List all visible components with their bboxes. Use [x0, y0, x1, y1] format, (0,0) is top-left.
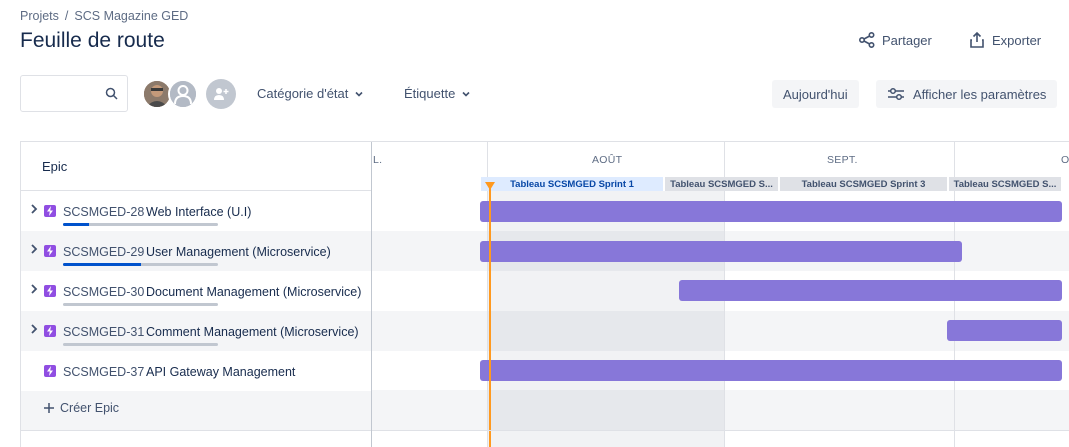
chevron-down-icon	[355, 91, 363, 97]
month-label-july: L.	[373, 154, 383, 166]
epic-key[interactable]: SCSMGED-37	[63, 365, 144, 379]
chevron-right-icon[interactable]	[29, 323, 39, 335]
add-user-icon	[214, 88, 229, 100]
sprint-3[interactable]: Tableau SCSMGED Sprint 3	[780, 177, 947, 191]
epic-name[interactable]: User Management (Microservice)	[146, 245, 331, 259]
export-icon	[970, 31, 984, 48]
epic-row[interactable]: SCSMGED-37 API Gateway Management	[21, 351, 371, 391]
epic-name[interactable]: Comment Management (Microservice)	[146, 325, 359, 339]
label-dropdown[interactable]: Étiquette	[404, 86, 471, 101]
today-button[interactable]: Aujourd'hui	[772, 80, 859, 108]
epic-bar-scsmged-30[interactable]	[679, 280, 1062, 301]
share-button[interactable]: Partager	[858, 31, 932, 49]
past-period-shade	[487, 191, 724, 447]
chevron-down-icon	[462, 91, 470, 97]
create-epic-button[interactable]: Créer Epic	[43, 401, 119, 415]
epic-progress-bar	[63, 343, 218, 346]
epic-lightning-icon	[44, 285, 56, 297]
epic-key[interactable]: SCSMGED-30	[63, 285, 144, 299]
month-label-october: O	[1061, 154, 1069, 166]
create-epic-label: Créer Epic	[60, 401, 120, 415]
sprint-2[interactable]: Tableau SCSMGED S...	[665, 177, 778, 191]
view-settings-label: Afficher les paramètres	[913, 86, 1047, 102]
default-user-icon	[170, 81, 196, 107]
epic-lightning-icon	[44, 365, 56, 377]
epic-name[interactable]: Document Management (Microservice)	[146, 285, 361, 299]
status-category-label: Catégorie d'état	[257, 86, 349, 101]
timeline-bottom-border	[372, 430, 1069, 431]
search-input[interactable]	[21, 76, 101, 111]
epic-row[interactable]: SCSMGED-30 Document Management (Microser…	[21, 271, 371, 311]
roadmap: L. AOÛT SEPT. O Tableau SCSMGED Sprint 1…	[20, 141, 1069, 447]
breadcrumb-projects[interactable]: Projets	[20, 9, 59, 23]
status-category-dropdown[interactable]: Catégorie d'état	[257, 86, 364, 101]
epic-row[interactable]: SCSMGED-31 Comment Management (Microserv…	[21, 311, 371, 351]
epic-key[interactable]: SCSMGED-31	[63, 325, 144, 339]
sprint-1[interactable]: Tableau SCSMGED Sprint 1	[481, 177, 663, 191]
page-title: Feuille de route	[20, 29, 165, 52]
epic-bar-scsmged-29[interactable]	[480, 241, 962, 262]
month-label-september: SEPT.	[827, 154, 858, 166]
epic-progress-fill	[63, 223, 90, 226]
sprint-4[interactable]: Tableau SCSMGED S...	[949, 177, 1061, 191]
epic-key[interactable]: SCSMGED-28	[63, 205, 144, 219]
epic-progress-fill	[63, 263, 141, 266]
search-icon	[105, 87, 118, 100]
epic-name[interactable]: API Gateway Management	[146, 365, 295, 379]
today-label: Aujourd'hui	[783, 86, 848, 102]
settings-sliders-icon	[888, 87, 904, 101]
epic-progress-bar	[63, 263, 218, 266]
epic-column-header: Epic	[21, 142, 371, 191]
epic-name[interactable]: Web Interface (U.I)	[146, 205, 251, 219]
chevron-right-icon[interactable]	[29, 203, 39, 215]
epic-lightning-icon	[44, 245, 56, 257]
avatar-user-2[interactable]	[168, 79, 198, 109]
share-label: Partager	[882, 32, 932, 48]
epic-row[interactable]: SCSMGED-28 Web Interface (U.I)	[21, 191, 371, 231]
epic-bar-scsmged-37[interactable]	[480, 360, 1062, 381]
breadcrumb: Projets / SCS Magazine GED	[20, 9, 188, 23]
today-line	[489, 182, 491, 447]
breadcrumb-project[interactable]: SCS Magazine GED	[74, 9, 188, 23]
add-people-button[interactable]	[206, 79, 236, 109]
epic-bar-scsmged-28[interactable]	[480, 201, 1062, 222]
share-icon	[858, 31, 875, 49]
epic-column-bottom-border	[21, 430, 371, 431]
epic-lightning-icon	[44, 205, 56, 217]
view-settings-button[interactable]: Afficher les paramètres	[876, 80, 1058, 108]
epic-column: Epic SCSMGED-28 Web Interface (U.I) SCSM…	[21, 142, 372, 447]
breadcrumb-separator: /	[64, 9, 69, 23]
export-label: Exporter	[992, 32, 1042, 48]
export-button[interactable]: Exporter	[968, 31, 1041, 49]
timeline: L. AOÛT SEPT. O Tableau SCSMGED Sprint 1…	[372, 142, 1069, 447]
chevron-right-icon[interactable]	[29, 283, 39, 295]
chevron-right-icon[interactable]	[29, 243, 39, 255]
epic-lightning-icon	[44, 325, 56, 337]
epic-key[interactable]: SCSMGED-29	[63, 245, 144, 259]
epic-row[interactable]: SCSMGED-29 User Management (Microservice…	[21, 231, 371, 271]
month-label-august: AOÛT	[592, 154, 623, 166]
epic-progress-bar	[63, 303, 218, 306]
epic-bar-scsmged-31[interactable]	[947, 320, 1062, 341]
user-photo-icon	[144, 81, 170, 107]
label-filter-label: Étiquette	[404, 86, 456, 101]
search-field[interactable]	[20, 75, 128, 112]
plus-icon	[44, 403, 54, 413]
epic-progress-bar	[63, 223, 218, 226]
